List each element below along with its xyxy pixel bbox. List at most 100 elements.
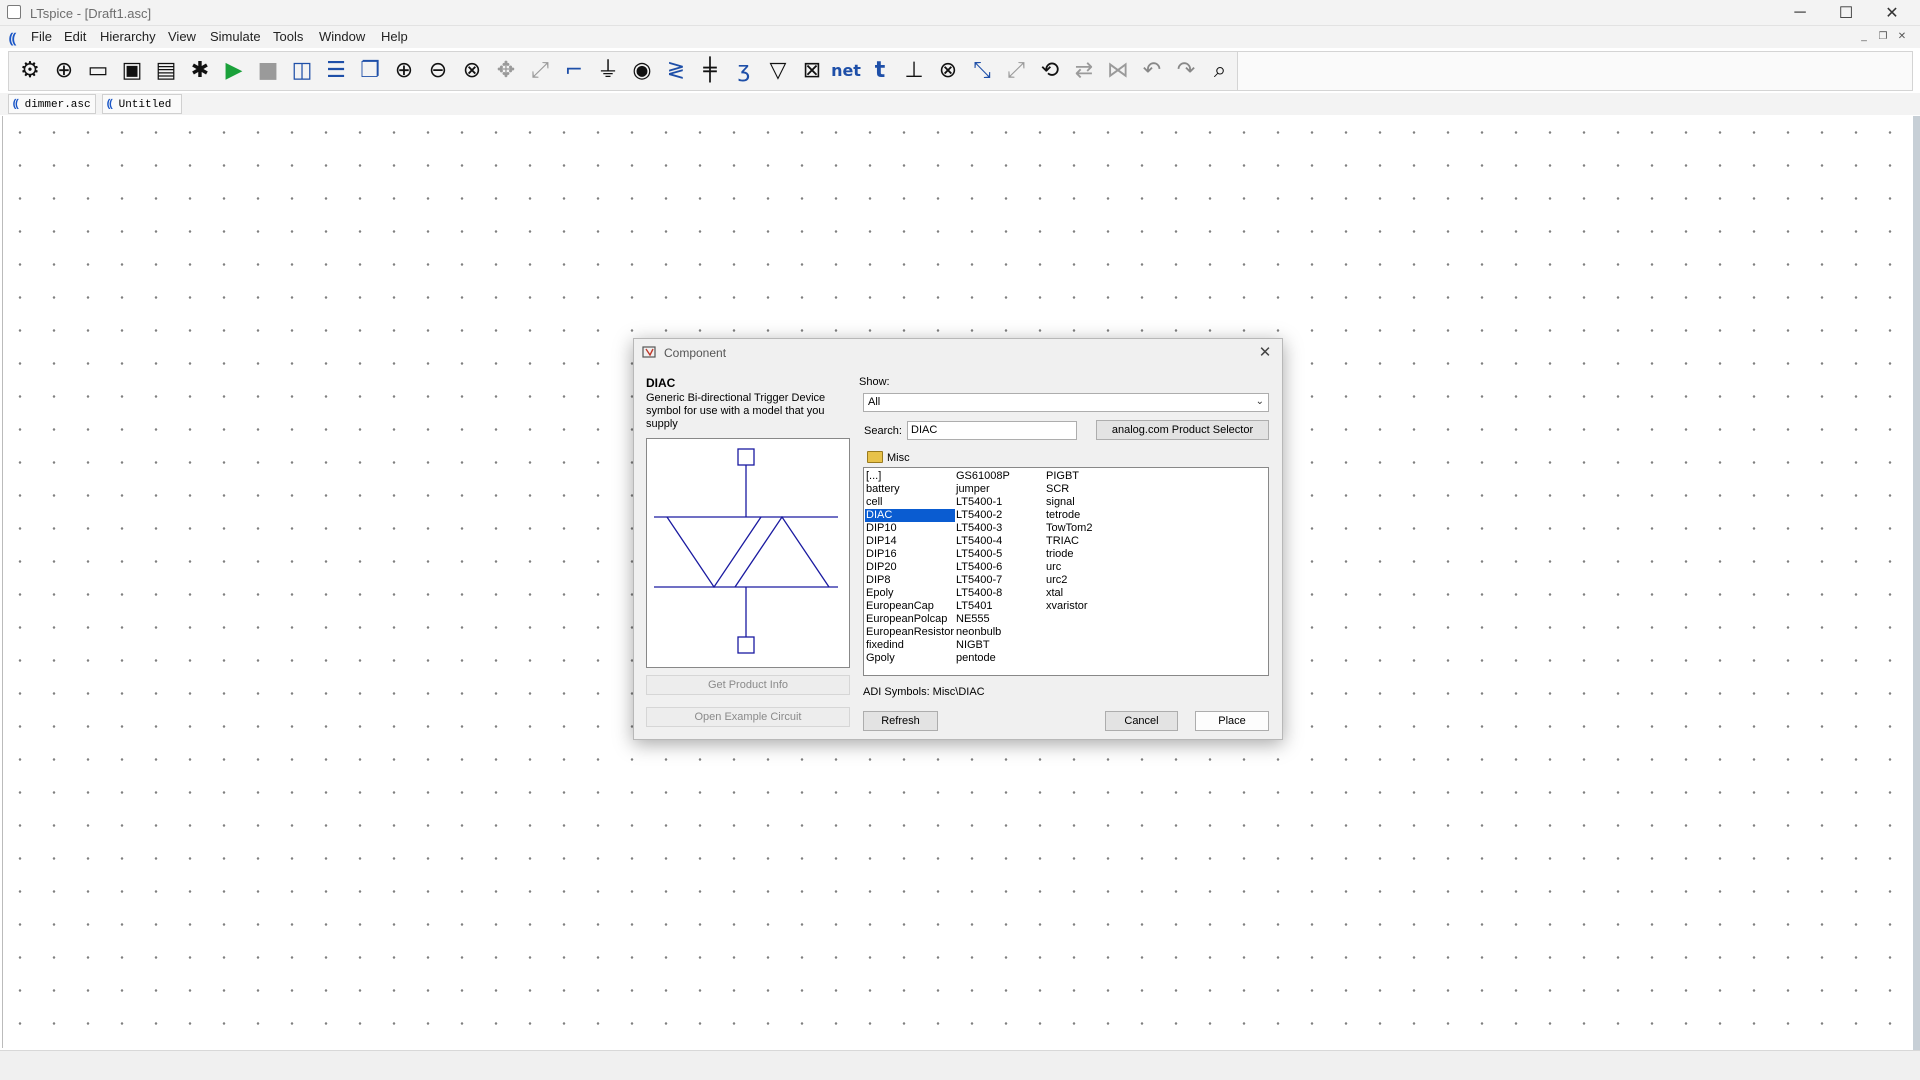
menu-window[interactable]: Window [319, 29, 365, 44]
product-selector-button[interactable]: analog.com Product Selector [1096, 420, 1269, 440]
run-icon[interactable]: ▶ [220, 57, 248, 85]
autorange-icon[interactable]: ⤢ [526, 57, 554, 85]
wire-icon[interactable]: ⌐ [560, 57, 588, 85]
mdi-restore-button[interactable]: ❐ [1876, 31, 1890, 43]
get-product-info-button[interactable]: Get Product Info [646, 675, 850, 695]
refresh-button[interactable]: Refresh [863, 711, 938, 731]
zoom-fit-icon[interactable]: ⊗ [458, 57, 486, 85]
list-item[interactable]: TRIAC [1045, 535, 1092, 548]
tile-vertical-icon[interactable]: ◫ [288, 57, 316, 85]
diode-icon[interactable]: ▽ [764, 57, 792, 85]
list-item[interactable]: EuropeanResistor [865, 626, 955, 639]
redo-icon[interactable]: ↷ [1172, 57, 1200, 85]
menu-view[interactable]: View [168, 29, 196, 44]
delete-icon[interactable]: ⊗ [934, 57, 962, 85]
list-item[interactable]: LT5401 [955, 600, 1010, 613]
component-icon[interactable]: ⊠ [798, 57, 826, 85]
list-item[interactable]: DIP8 [865, 574, 955, 587]
open-icon[interactable]: ▭ [84, 57, 112, 85]
text-icon[interactable]: t [866, 57, 894, 85]
list-item[interactable]: xtal [1045, 587, 1092, 600]
menu-edit[interactable]: Edit [64, 29, 86, 44]
cancel-button[interactable]: Cancel [1105, 711, 1178, 731]
minimize-button[interactable]: ─ [1777, 0, 1823, 26]
menu-tools[interactable]: Tools [273, 29, 303, 44]
list-item[interactable]: [...] [865, 470, 955, 483]
list-item[interactable]: LT5400-1 [955, 496, 1010, 509]
folder-up-icon[interactable] [867, 451, 883, 463]
list-item[interactable]: signal [1045, 496, 1092, 509]
list-item[interactable]: PIGBT [1045, 470, 1092, 483]
list-item[interactable]: EuropeanPolcap [865, 613, 955, 626]
menu-file[interactable]: File [31, 29, 52, 44]
undo-icon[interactable]: ↶ [1138, 57, 1166, 85]
list-item[interactable]: jumper [955, 483, 1010, 496]
list-item[interactable]: pentode [955, 652, 1010, 665]
capacitor-icon[interactable]: ╪ [696, 57, 724, 85]
list-item[interactable]: tetrode [1045, 509, 1092, 522]
rotate-icon[interactable]: ⟲ [1036, 57, 1064, 85]
tab-untitled[interactable]: ⸨ Untitled [102, 94, 182, 114]
drag-icon[interactable]: ⤢ [1002, 57, 1030, 85]
list-item[interactable]: DIP14 [865, 535, 955, 548]
draw-line-icon[interactable]: ⋈ [1104, 57, 1132, 85]
list-item[interactable]: Epoly [865, 587, 955, 600]
new-schematic-icon[interactable]: ⊕ [50, 57, 78, 85]
list-item[interactable]: GS61008P [955, 470, 1010, 483]
list-item[interactable]: NIGBT [955, 639, 1010, 652]
list-item[interactable]: DIP10 [865, 522, 955, 535]
list-item[interactable]: TowTom2 [1045, 522, 1092, 535]
ground-icon[interactable]: ⏚ [594, 57, 622, 85]
list-item[interactable]: SCR [1045, 483, 1092, 496]
maximize-button[interactable]: ☐ [1823, 0, 1869, 26]
mdi-close-button[interactable]: ✕ [1895, 31, 1909, 43]
settings-icon[interactable]: ⚙ [16, 57, 44, 85]
halt-icon[interactable]: ■ [254, 57, 282, 85]
move-icon[interactable]: ⤡ [968, 57, 996, 85]
mirror-icon[interactable]: ⇄ [1070, 57, 1098, 85]
list-item[interactable]: DIP20 [865, 561, 955, 574]
close-icon[interactable]: ✕ [1256, 344, 1274, 362]
cascade-icon[interactable]: ❐ [356, 57, 384, 85]
spice-directive-icon[interactable]: ⊥ [900, 57, 928, 85]
list-item[interactable]: battery [865, 483, 955, 496]
place-button[interactable]: Place [1195, 711, 1269, 731]
list-item[interactable]: LT5400-4 [955, 535, 1010, 548]
list-item[interactable]: xvaristor [1045, 600, 1092, 613]
list-item[interactable]: cell [865, 496, 955, 509]
show-dropdown[interactable]: All ⌄ [863, 393, 1269, 412]
list-item[interactable]: LT5400-7 [955, 574, 1010, 587]
list-item[interactable]: LT5400-8 [955, 587, 1010, 600]
open-example-circuit-button[interactable]: Open Example Circuit [646, 707, 850, 727]
list-item[interactable]: fixedind [865, 639, 955, 652]
list-item[interactable]: LT5400-6 [955, 561, 1010, 574]
resistor-icon[interactable]: ≷ [662, 57, 690, 85]
zoom-out-icon[interactable]: ⊖ [424, 57, 452, 85]
list-item[interactable]: neonbulb [955, 626, 1010, 639]
find-icon[interactable]: ⌕ [1206, 57, 1234, 85]
search-input[interactable]: DIAC [907, 421, 1077, 440]
list-item[interactable]: Gpoly [865, 652, 955, 665]
menu-hierarchy[interactable]: Hierarchy [100, 29, 156, 44]
list-item[interactable]: triode [1045, 548, 1092, 561]
pan-icon[interactable]: ✥ [492, 57, 520, 85]
ltspice-logo-icon[interactable]: ⸨ [9, 29, 16, 48]
list-item[interactable]: DIAC [865, 509, 955, 522]
close-window-button[interactable]: ✕ [1869, 0, 1915, 26]
tab-dimmer[interactable]: ⸨ dimmer.asc [8, 94, 96, 114]
list-item[interactable]: LT5400-3 [955, 522, 1010, 535]
menu-help[interactable]: Help [381, 29, 408, 44]
print-icon[interactable]: ▤ [152, 57, 180, 85]
list-item[interactable]: NE555 [955, 613, 1010, 626]
mdi-minimize-button[interactable]: _ [1857, 31, 1871, 43]
control-panel-icon[interactable]: ✱ [186, 57, 214, 85]
symbol-list[interactable]: [...] battery cell DIAC DIP10 DIP14 DIP16 DIP20… [863, 467, 1269, 676]
list-item[interactable]: EuropeanCap [865, 600, 955, 613]
inductor-icon[interactable]: ʒ [730, 57, 758, 85]
list-item[interactable]: urc [1045, 561, 1092, 574]
menu-simulate[interactable]: Simulate [210, 29, 261, 44]
save-icon[interactable]: ▣ [118, 57, 146, 85]
list-item[interactable]: LT5400-2 [955, 509, 1010, 522]
tile-horizontal-icon[interactable]: ☰ [322, 57, 350, 85]
zoom-in-icon[interactable]: ⊕ [390, 57, 418, 85]
